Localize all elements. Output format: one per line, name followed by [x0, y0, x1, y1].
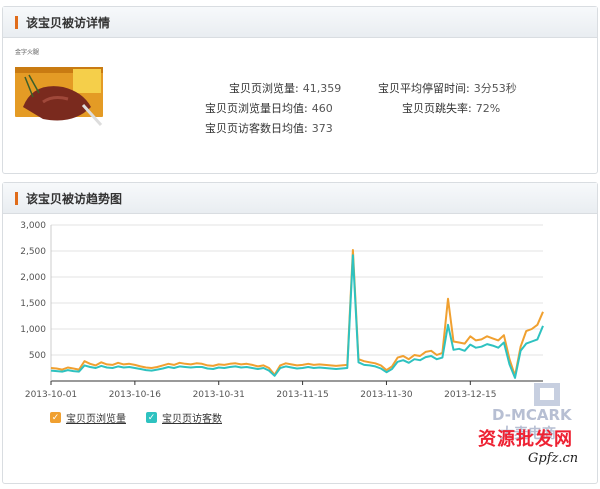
x-tick-label: 2013-10-31 — [193, 390, 245, 400]
item-visit-details-panel: 该宝贝被访详情 金字火腿 宝贝页浏览量: 41,359 宝贝页浏览量日均值: 460… — [2, 6, 598, 174]
series-line-visitors — [50, 254, 544, 379]
y-tick-label: 500 — [29, 351, 46, 361]
checkbox-icon[interactable]: ✓ — [146, 412, 157, 423]
product-thumbnail[interactable]: 金字火腿 — [13, 47, 109, 131]
product-brand-text: 金字火腿 — [15, 48, 39, 56]
legend-item-visitors[interactable]: ✓ 宝贝页访客数 — [146, 410, 222, 425]
x-tick-label: 2013-10-16 — [109, 390, 162, 400]
stat-label: 宝贝页浏览量日均值: — [205, 102, 308, 115]
panel-title: 该宝贝被访趋势图 — [26, 191, 123, 206]
watermark-brand: D-MCARK — [492, 406, 573, 424]
legend-item-pageviews[interactable]: ✓ 宝贝页浏览量 — [50, 410, 126, 425]
stat-label: 宝贝页访客数日均值: — [205, 122, 308, 135]
stat-pageviews-daily-avg: 宝贝页浏览量日均值: 460 — [205, 100, 333, 116]
checkbox-icon[interactable]: ✓ — [50, 412, 61, 423]
accent-bar — [15, 191, 18, 205]
x-tick-label: 2013-12-15 — [444, 390, 496, 400]
panel-header: 该宝贝被访趋势图 — [3, 183, 597, 214]
site-watermark-cn: 资源批发网 — [478, 429, 573, 450]
chart-legend: ✓ 宝贝页浏览量 ✓ 宝贝页访客数 — [50, 410, 222, 425]
stat-value: 72% — [475, 102, 501, 115]
stat-value: 3分53秒 — [473, 82, 517, 95]
series-line-pageviews — [50, 249, 544, 377]
panel-title: 该宝贝被访详情 — [26, 15, 111, 30]
stat-label: 宝贝页浏览量: — [229, 82, 299, 95]
y-tick-label: 3,000 — [20, 221, 46, 231]
x-tick-label: 2013-10-01 — [25, 390, 77, 400]
stat-avg-stay-time: 宝贝平均停留时间: 3分53秒 — [378, 80, 517, 96]
y-tick-label: 2,500 — [20, 247, 46, 257]
legend-label[interactable]: 宝贝页浏览量 — [66, 410, 126, 425]
stat-visitors-daily-avg: 宝贝页访客数日均值: 373 — [205, 120, 333, 136]
y-tick-label: 1,000 — [20, 325, 46, 335]
stat-bounce-rate: 宝贝页跳失率: 72% — [402, 100, 500, 116]
stat-value: 41,359 — [302, 82, 342, 95]
site-watermark-url: Gpfz.cn — [528, 451, 579, 466]
legend-label[interactable]: 宝贝页访客数 — [162, 410, 222, 425]
panel-header: 该宝贝被访详情 — [3, 7, 597, 38]
y-tick-label: 1,500 — [20, 299, 46, 309]
accent-bar — [15, 15, 18, 29]
stat-value: 460 — [311, 102, 333, 115]
stat-pageviews: 宝贝页浏览量: 41,359 — [229, 80, 341, 96]
y-tick-label: 2,000 — [20, 273, 46, 283]
stat-value: 373 — [311, 122, 333, 135]
x-tick-label: 2013-11-15 — [276, 390, 328, 400]
stat-label: 宝贝平均停留时间: — [378, 82, 470, 95]
stat-label: 宝贝页跳失率: — [402, 102, 472, 115]
x-tick-label: 2013-11-30 — [360, 390, 413, 400]
